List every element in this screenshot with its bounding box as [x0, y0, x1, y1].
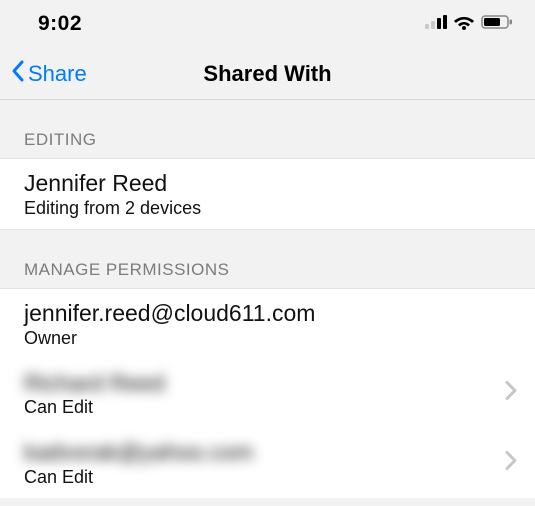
back-button[interactable]: Share — [10, 59, 87, 89]
permission-role: Owner — [24, 328, 511, 349]
editing-row: Jennifer Reed Editing from 2 devices — [0, 158, 535, 230]
permission-role: Can Edit — [24, 467, 511, 488]
nav-bar: Share Shared With — [0, 48, 535, 100]
back-label: Share — [28, 61, 87, 87]
chevron-right-icon — [505, 381, 517, 406]
editing-name: Jennifer Reed — [24, 169, 511, 198]
status-icons — [425, 14, 513, 35]
cellular-icon — [425, 15, 447, 34]
permission-row[interactable]: Richard Reed Can Edit — [0, 359, 535, 429]
permission-title: Richard Reed — [24, 369, 511, 398]
battery-icon — [481, 15, 513, 34]
status-bar: 9:02 — [0, 0, 535, 48]
section-header-editing: EDITING — [0, 100, 535, 158]
page-title: Shared With — [203, 61, 331, 87]
permission-role: Can Edit — [24, 397, 511, 418]
permission-row[interactable]: kadvorak@yahoo.com Can Edit — [0, 428, 535, 498]
permission-title: jennifer.reed@cloud611.com — [24, 299, 511, 328]
permissions-list: jennifer.reed@cloud611.com Owner Richard… — [0, 288, 535, 498]
chevron-left-icon — [10, 59, 26, 89]
chevron-right-icon — [505, 451, 517, 476]
permission-title: kadvorak@yahoo.com — [24, 438, 511, 467]
section-header-permissions: MANAGE PERMISSIONS — [0, 230, 535, 288]
wifi-icon — [453, 14, 475, 35]
editing-detail: Editing from 2 devices — [24, 198, 511, 219]
permission-row-owner[interactable]: jennifer.reed@cloud611.com Owner — [0, 289, 535, 359]
status-time: 9:02 — [38, 12, 82, 36]
